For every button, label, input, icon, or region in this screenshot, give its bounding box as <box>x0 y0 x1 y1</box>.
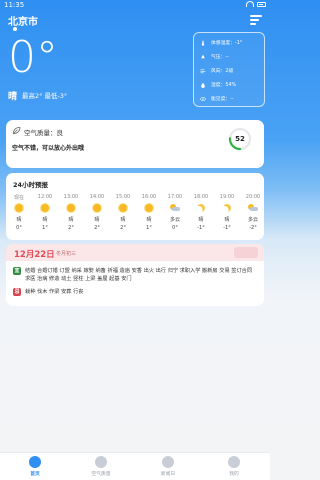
sun-icon <box>41 204 49 212</box>
menu-icon[interactable] <box>250 15 262 25</box>
hourly-temp: -2° <box>249 225 257 231</box>
hourly-time: 16:00 <box>141 194 157 200</box>
detail-wind: 风向：2级 <box>200 67 233 74</box>
hourly-temp: 0° <box>172 225 178 231</box>
profile-icon <box>228 456 240 468</box>
hourly-condition: 晴 <box>68 217 74 223</box>
detail-humidity: 湿度：54% <box>200 81 236 88</box>
hourly-time: 20:00 <box>245 194 261 200</box>
hourly-temp: -1° <box>197 225 205 231</box>
hourly-temp: 1° <box>42 225 48 231</box>
hourly-time: 19:00 <box>219 194 235 200</box>
status-time: 11:35 <box>4 1 25 9</box>
hourly-condition: 晴 <box>146 217 152 223</box>
hourly-forecast-card[interactable]: 24小时预报 现在晴 0° 12:00 晴 1° 13:00 晴 2° 14:00 晴 2° 15:0… <box>6 173 264 240</box>
hourly-condition: 多云 <box>247 217 258 223</box>
ji-activities: 栽种 伐木 作梁 安葬 行丧 <box>25 289 84 295</box>
aqi-description: 空气不错，可以放心外出哦 <box>12 145 85 152</box>
sun-icon <box>67 204 75 212</box>
hourly-temp: -1° <box>223 225 231 231</box>
nav-profile[interactable]: 我的 <box>214 456 254 477</box>
sun-icon <box>119 204 127 212</box>
moon-icon <box>222 203 232 213</box>
city-name[interactable]: 北京市 <box>8 13 38 28</box>
detail-visibility: 能见度：-- <box>200 95 234 102</box>
wifi-icon <box>246 1 254 7</box>
hourly-condition: 多云 <box>169 217 180 223</box>
hourly-time: 18:00 <box>193 194 209 200</box>
sun-icon <box>15 204 23 212</box>
air-quality-card[interactable]: 空气质量：良 空气不错，可以放心外出哦 <box>6 120 264 168</box>
sun-icon <box>93 204 101 212</box>
current-temperature: 0° <box>8 32 58 83</box>
sun-icon <box>145 204 153 212</box>
detail-feels-like: 体感温度：-1° <box>200 39 242 46</box>
hourly-temp: 2° <box>68 225 74 231</box>
hourly-item: 17:00 多云 0° <box>163 194 187 231</box>
location-dot-icon <box>13 27 17 31</box>
weather-details-card: 体感温度：-1° 气压：-- 风向：2级 湿度：54% 能见度：-- <box>193 32 265 107</box>
hourly-item: 12:00 晴 1° <box>33 194 57 231</box>
hourly-time: 15:00 <box>115 194 131 200</box>
hourly-condition: 晴 <box>16 217 22 223</box>
hourly-item: 13:00 晴 2° <box>59 194 83 231</box>
hourly-condition: 晴 <box>42 217 48 223</box>
hourly-condition: 晴 <box>94 217 100 223</box>
hourly-item: 18:00 晴 -1° <box>189 194 213 231</box>
hourly-title: 24小时预报 <box>13 181 49 189</box>
hourly-item: 20:00 多云 -2° <box>241 194 264 231</box>
hourly-item: 16:00 晴 1° <box>137 194 161 231</box>
hourly-item: 现在晴 0° <box>7 194 31 231</box>
status-bar: 11:35 <box>0 0 270 11</box>
status-icons <box>246 1 266 7</box>
aqi-value: 52 <box>235 135 245 143</box>
nav-air-quality[interactable]: 空气质量 <box>81 456 121 477</box>
thermometer-icon <box>201 40 205 46</box>
home-icon <box>29 456 41 468</box>
humidity-icon <box>201 82 205 88</box>
nav-news[interactable]: 新闻日 <box>148 456 188 477</box>
hourly-item: 14:00 晴 2° <box>85 194 109 231</box>
lunar-date: 冬月初三 <box>56 251 77 257</box>
almanac-date: 12月22日 <box>14 250 55 260</box>
temperature-range: 最高2° 最低-3° <box>22 92 68 100</box>
hourly-item: 19:00 晴 -1° <box>215 194 239 231</box>
compass-icon <box>162 456 174 468</box>
almanac-decoration-icon <box>234 247 258 258</box>
detail-pressure: 气压：-- <box>200 53 229 60</box>
yi-badge: 宜 <box>13 267 21 275</box>
moon-icon <box>196 203 206 213</box>
cloudy-icon <box>248 204 258 212</box>
hourly-time: 12:00 <box>37 194 53 200</box>
ji-badge: 忌 <box>13 288 21 296</box>
hourly-time: 现在 <box>13 195 24 201</box>
wind-icon <box>200 68 206 73</box>
aqi-title: 空气质量：良 <box>24 129 63 137</box>
visibility-icon <box>200 96 206 101</box>
hourly-condition: 晴 <box>224 217 230 223</box>
cloudy-icon <box>170 204 180 212</box>
almanac-card[interactable]: 12月22日 冬月初三 宜 结婚 合婚订婚 订盟 纳采 嫁娶 纳畜 祈福 造庙 … <box>6 244 264 306</box>
battery-icon <box>257 1 266 7</box>
almanac-header: 12月22日 冬月初三 <box>6 244 264 261</box>
yi-activities: 结婚 合婚订婚 订盟 纳采 嫁娶 纳畜 祈福 造庙 安香 出火 出行 归宁 求职… <box>25 268 253 282</box>
hourly-condition: 晴 <box>198 217 204 223</box>
hourly-time: 14:00 <box>89 194 105 200</box>
current-condition: 晴 <box>8 92 18 102</box>
hourly-condition: 晴 <box>120 217 126 223</box>
hourly-time: 13:00 <box>63 194 79 200</box>
hourly-temp: 2° <box>94 225 100 231</box>
pressure-icon <box>201 54 205 58</box>
hourly-temp: 2° <box>120 225 126 231</box>
hourly-temp: 0° <box>16 225 22 231</box>
hourly-temp: 1° <box>146 225 152 231</box>
hourly-item: 15:00 晴 2° <box>111 194 135 231</box>
leaf-nav-icon <box>95 456 107 468</box>
bottom-navigation: 首页 空气质量 新闻日 我的 <box>0 452 270 480</box>
hourly-time: 17:00 <box>167 194 183 200</box>
nav-home[interactable]: 首页 <box>15 456 55 477</box>
leaf-icon <box>12 126 21 135</box>
